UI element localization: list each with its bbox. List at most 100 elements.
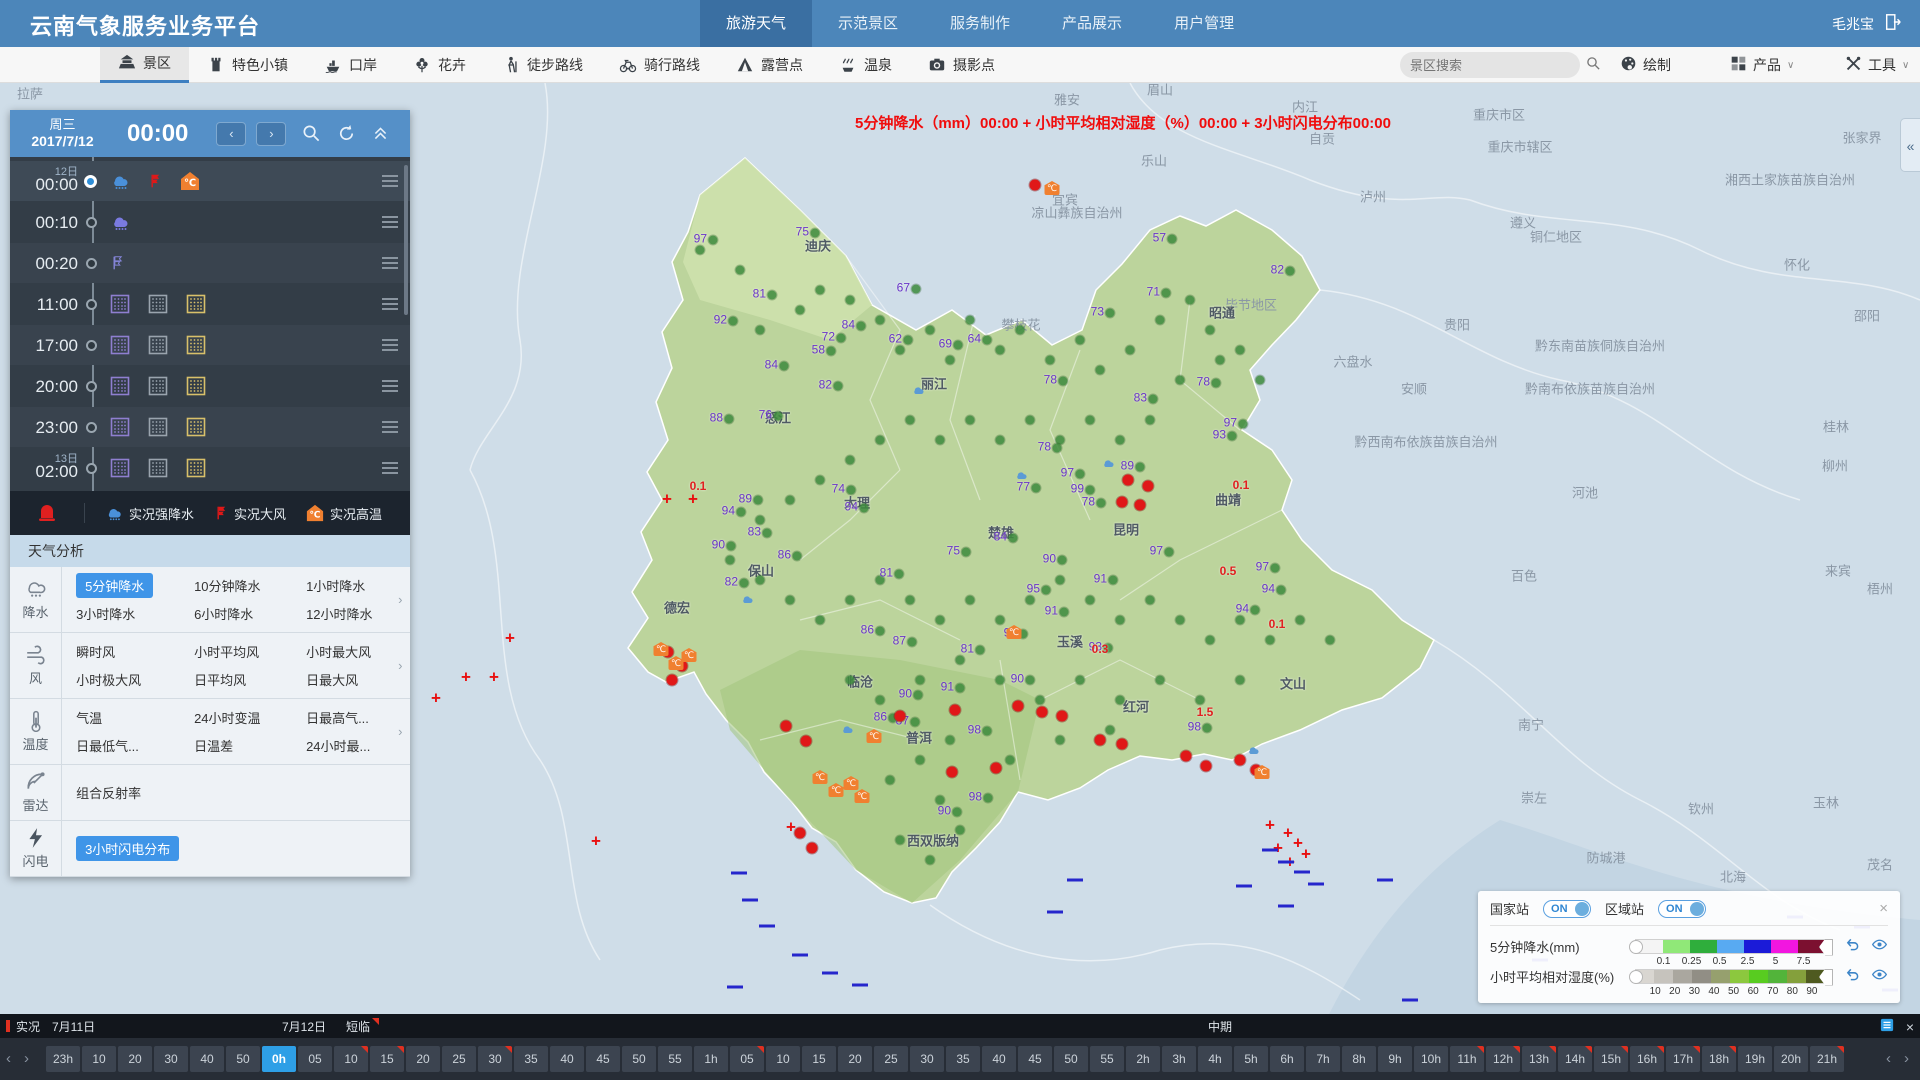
station-dot[interactable] [1042, 586, 1051, 595]
station-dot[interactable] [756, 516, 765, 525]
undo-icon[interactable] [1844, 966, 1861, 986]
station-dot[interactable] [1266, 636, 1275, 645]
station-dot[interactable] [1097, 499, 1106, 508]
station-dot[interactable] [1296, 616, 1305, 625]
station-toggle[interactable]: ON [1543, 900, 1591, 918]
time-button-10[interactable]: 10 [82, 1046, 116, 1072]
station-dot[interactable] [953, 808, 962, 817]
station-dot[interactable] [1196, 696, 1205, 705]
time-button-18h[interactable]: 18h [1702, 1046, 1736, 1072]
toolbar-item-flower[interactable]: 花卉 [395, 47, 484, 83]
analysis-option[interactable]: 6小时降水 [194, 604, 306, 623]
station-dot[interactable] [1076, 676, 1085, 685]
search-input[interactable] [1410, 58, 1586, 73]
station-dot[interactable] [908, 638, 917, 647]
analysis-option[interactable]: 小时极大风 [76, 670, 194, 689]
mode-nowcast[interactable]: 短临 [346, 1018, 370, 1035]
station-dot[interactable] [1086, 596, 1095, 605]
station-dot[interactable] [1168, 235, 1177, 244]
toolbar-item-spring[interactable]: 温泉 [821, 47, 910, 83]
menu-tab-4[interactable]: 产品展示 [1036, 0, 1148, 47]
station-dot[interactable] [1236, 616, 1245, 625]
station-dot[interactable] [816, 286, 825, 295]
mode-live[interactable]: 实况 [16, 1018, 40, 1035]
station-dot[interactable] [1116, 616, 1125, 625]
station-dot[interactable] [768, 291, 777, 300]
row-menu-icon[interactable] [382, 377, 398, 395]
menu-tab-1[interactable]: 旅游天气 [700, 0, 812, 47]
time-button-30[interactable]: 30 [478, 1046, 512, 1072]
station-dot[interactable] [726, 556, 735, 565]
right-collapse-tab[interactable]: « [1900, 118, 1920, 172]
toolbar-item-camp[interactable]: 露营点 [718, 47, 821, 83]
analysis-option[interactable]: 组合反射率 [76, 783, 194, 802]
analysis-option[interactable]: 日最大风 [306, 670, 398, 689]
station-dot[interactable] [1136, 463, 1145, 472]
station-dot[interactable] [1036, 696, 1045, 705]
station-dot[interactable] [976, 646, 985, 655]
station-dot[interactable] [1277, 586, 1286, 595]
station-dot[interactable] [1146, 416, 1155, 425]
timebar-left-arrow[interactable]: ‹ [6, 1050, 11, 1067]
station-dot[interactable] [936, 436, 945, 445]
analysis-option[interactable]: 气温 [76, 708, 194, 727]
station-dot[interactable] [1126, 346, 1135, 355]
station-dot[interactable] [966, 316, 975, 325]
station-dot[interactable] [956, 656, 965, 665]
timeline-radio[interactable] [86, 258, 97, 269]
row-menu-icon[interactable] [382, 336, 398, 354]
station-dot[interactable] [740, 579, 749, 588]
station-dot[interactable] [837, 334, 846, 343]
analysis-option[interactable]: 24小时最... [306, 736, 398, 755]
station-dot[interactable] [729, 317, 738, 326]
time-button-8h[interactable]: 8h [1342, 1046, 1376, 1072]
timeline-radio[interactable] [86, 217, 97, 228]
station-dot[interactable] [774, 412, 783, 421]
station-dot[interactable] [1053, 444, 1062, 453]
rain-station-dot[interactable] [1123, 475, 1134, 486]
rain-station-dot[interactable] [991, 763, 1002, 774]
action-tools[interactable]: 工具∨ [1845, 47, 1909, 83]
station-dot[interactable] [1256, 376, 1265, 385]
analysis-option[interactable]: 3小时降水 [76, 604, 194, 623]
rain-station-dot[interactable] [1143, 481, 1154, 492]
mode-live-date[interactable]: 7月11日 [52, 1018, 95, 1035]
timebar-right-arrow[interactable]: ‹ [1886, 1050, 1891, 1067]
station-dot[interactable] [954, 341, 963, 350]
menu-tab-2[interactable]: 示范景区 [812, 0, 924, 47]
station-dot[interactable] [1206, 636, 1215, 645]
station-dot[interactable] [996, 346, 1005, 355]
station-dot[interactable] [896, 836, 905, 845]
station-dot[interactable] [857, 322, 866, 331]
rain-station-dot[interactable] [1037, 707, 1048, 718]
station-dot[interactable] [946, 356, 955, 365]
time-button-23h[interactable]: 23h [46, 1046, 80, 1072]
toolbar-item-bike[interactable]: 骑行路线 [601, 47, 718, 83]
station-dot[interactable] [876, 316, 885, 325]
timeline-row-1100[interactable]: 11:00 [10, 284, 410, 324]
station-dot[interactable] [996, 616, 1005, 625]
eye-icon[interactable] [1871, 936, 1888, 956]
time-button-3h[interactable]: 3h [1162, 1046, 1196, 1072]
time-button-05[interactable]: 05 [298, 1046, 332, 1072]
station-dot[interactable] [1032, 484, 1041, 493]
station-dot[interactable] [834, 382, 843, 391]
station-dot[interactable] [737, 508, 746, 517]
station-dot[interactable] [1046, 356, 1055, 365]
station-dot[interactable] [827, 347, 836, 356]
station-dot[interactable] [811, 229, 820, 238]
station-dot[interactable] [914, 691, 923, 700]
time-button-1h[interactable]: 1h [694, 1046, 728, 1072]
rain-station-dot[interactable] [947, 767, 958, 778]
group-more-chevron[interactable]: › [398, 724, 410, 739]
rain-station-dot[interactable] [1201, 761, 1212, 772]
station-dot[interactable] [1076, 470, 1085, 479]
station-dot[interactable] [816, 476, 825, 485]
time-button-16h[interactable]: 16h [1630, 1046, 1664, 1072]
station-dot[interactable] [983, 727, 992, 736]
time-button-05[interactable]: 05 [730, 1046, 764, 1072]
station-dot[interactable] [876, 436, 885, 445]
station-dot[interactable] [709, 236, 718, 245]
time-button-5h[interactable]: 5h [1234, 1046, 1268, 1072]
time-button-15[interactable]: 15 [370, 1046, 404, 1072]
